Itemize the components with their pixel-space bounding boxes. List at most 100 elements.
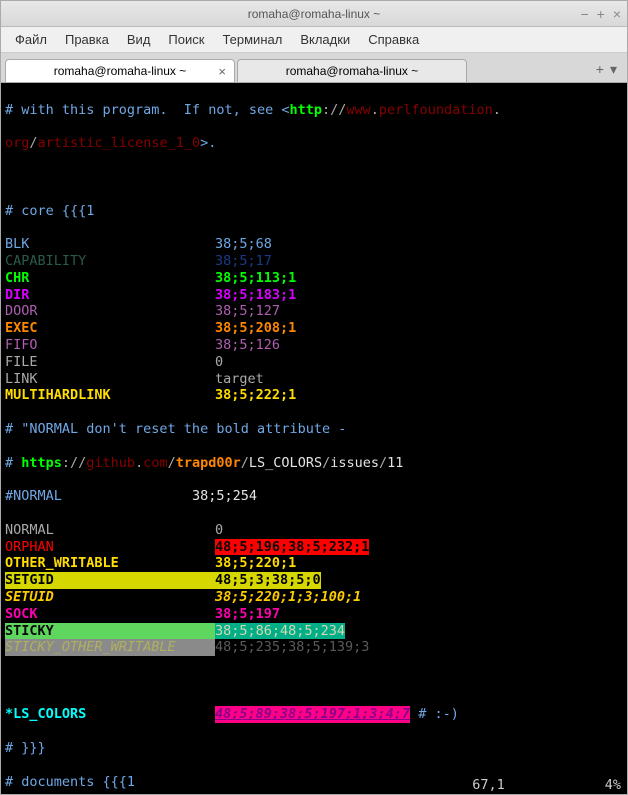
config-key: SETUID <box>5 589 215 606</box>
config-row: EXEC38;5;208;1 <box>5 320 623 337</box>
config-row: SOCK38;5;197 <box>5 606 623 623</box>
text: http <box>289 102 322 119</box>
config-key: SOCK <box>5 606 215 623</box>
blank <box>5 673 13 690</box>
text: / <box>29 135 37 152</box>
config-key: STICKY_OTHER_WRITABLE <box>5 639 215 656</box>
text: # <box>5 455 21 472</box>
window-title: romaha@romaha-linux ~ <box>248 7 381 21</box>
text: / <box>241 455 249 472</box>
config-value: 38;5;222;1 <box>215 387 296 404</box>
config-row: OTHER_WRITABLE38;5;220;1 <box>5 555 623 572</box>
config-value: 38;5;113;1 <box>215 270 296 287</box>
config-value: 0 <box>215 354 223 371</box>
config-key: NORMAL <box>5 522 215 539</box>
config-row: BLK38;5;68 <box>5 236 623 253</box>
config-value: 0 <box>215 522 223 539</box>
text: perlfoundation <box>379 102 493 119</box>
menu-view[interactable]: Вид <box>119 30 159 49</box>
scroll-percent: 4% <box>605 777 621 794</box>
menu-tabs[interactable]: Вкладки <box>292 30 358 49</box>
text: #NORMAL <box>5 488 192 505</box>
config-row: SETGID48;5;3;38;5;0 <box>5 572 623 589</box>
config-key: BLK <box>5 236 215 253</box>
config-value: 48;5;196;38;5;232;1 <box>215 539 369 556</box>
config-row: NORMAL0 <box>5 522 623 539</box>
config-row: FIFO38;5;126 <box>5 337 623 354</box>
config-value: 48;5;3;38;5;0 <box>215 572 321 589</box>
tab-label: romaha@romaha-linux ~ <box>286 64 419 78</box>
status-line: 67,1 4% <box>1 777 627 794</box>
text: / <box>379 455 387 472</box>
config-value: 38;5;220;1;3;100;1 <box>215 589 361 606</box>
tab-2[interactable]: romaha@romaha-linux ~ <box>237 59 467 82</box>
config-key: DOOR <box>5 303 215 320</box>
config-row: LINKtarget <box>5 371 623 388</box>
close-icon[interactable]: × <box>613 6 621 22</box>
config-row: DIR38;5;183;1 <box>5 287 623 304</box>
cursor-position: 67,1 <box>472 777 505 794</box>
config-key: DIR <box>5 287 215 304</box>
config-row: DOOR38;5;127 <box>5 303 623 320</box>
config-key: EXEC <box>5 320 215 337</box>
menu-file[interactable]: Файл <box>7 30 55 49</box>
config-key: STICKY <box>5 623 215 640</box>
terminal[interactable]: # with this program. If not, see <http:/… <box>1 83 627 794</box>
config-key: CAPABILITY <box>5 253 215 270</box>
comment: # core {{{1 <box>5 203 94 220</box>
menu-help[interactable]: Справка <box>360 30 427 49</box>
config-value: 38;5;86;48;5;234 <box>215 623 345 640</box>
config-row: CHR38;5;113;1 <box>5 270 623 287</box>
tab-1[interactable]: romaha@romaha-linux ~ × <box>5 59 235 82</box>
config-key: FILE <box>5 354 215 371</box>
config-value: 38;5;197 <box>215 606 280 623</box>
config-value: 38;5;17 <box>215 253 272 270</box>
text: trapd00r <box>176 455 241 472</box>
menu-search[interactable]: Поиск <box>160 30 212 49</box>
config-value: 38;5;220;1 <box>215 555 296 572</box>
config-key: OTHER_WRITABLE <box>5 555 215 572</box>
config-row: STICKY_OTHER_WRITABLE48;5;235;38;5;139;3 <box>5 639 623 656</box>
config-value: 38;5;127 <box>215 303 280 320</box>
text: LS_COLORS <box>249 455 322 472</box>
new-tab-icon[interactable]: + <box>596 61 604 78</box>
config-row: SETUID38;5;220;1;3;100;1 <box>5 589 623 606</box>
config-row: MULTIHARDLINK38;5;222;1 <box>5 387 623 404</box>
config-key: SETGID <box>5 572 215 589</box>
minimize-icon[interactable]: − <box>580 6 588 22</box>
text: >. <box>200 135 216 152</box>
maximize-icon[interactable]: + <box>597 6 605 22</box>
config-value: target <box>215 371 264 388</box>
text: . <box>493 102 501 119</box>
config-key: MULTIHARDLINK <box>5 387 215 404</box>
text: issues <box>330 455 379 472</box>
comment: # "NORMAL don't reset the bold attribute… <box>5 421 346 438</box>
text: www <box>346 102 370 119</box>
blank <box>5 169 13 186</box>
text: # with this program. If not, see < <box>5 102 289 119</box>
tabbar: romaha@romaha-linux ~ × romaha@romaha-li… <box>1 53 627 83</box>
config-row: CAPABILITY38;5;17 <box>5 253 623 270</box>
comment: # }}} <box>5 740 46 757</box>
config-key: ORPHAN <box>5 539 215 556</box>
text: artistic_license_1_0 <box>38 135 201 152</box>
config-value: 38;5;126 <box>215 337 280 354</box>
menu-edit[interactable]: Правка <box>57 30 117 49</box>
text: . <box>135 455 143 472</box>
config-row: ORPHAN48;5;196;38;5;232;1 <box>5 539 623 556</box>
text: / <box>322 455 330 472</box>
val: 48;5;89;38;5;197;1;3;4;7 <box>215 706 410 723</box>
text: :// <box>322 102 346 119</box>
config-key: CHR <box>5 270 215 287</box>
config-value: 38;5;183;1 <box>215 287 296 304</box>
text: github <box>86 455 135 472</box>
key: *LS_COLORS <box>5 706 215 723</box>
text: 11 <box>387 455 403 472</box>
text: org <box>5 135 29 152</box>
config-key: FIFO <box>5 337 215 354</box>
config-row: STICKY38;5;86;48;5;234 <box>5 623 623 640</box>
tab-menu-icon[interactable]: ▾ <box>610 61 617 78</box>
tab-close-icon[interactable]: × <box>218 64 226 79</box>
text: / <box>168 455 176 472</box>
menu-terminal[interactable]: Терминал <box>214 30 290 49</box>
